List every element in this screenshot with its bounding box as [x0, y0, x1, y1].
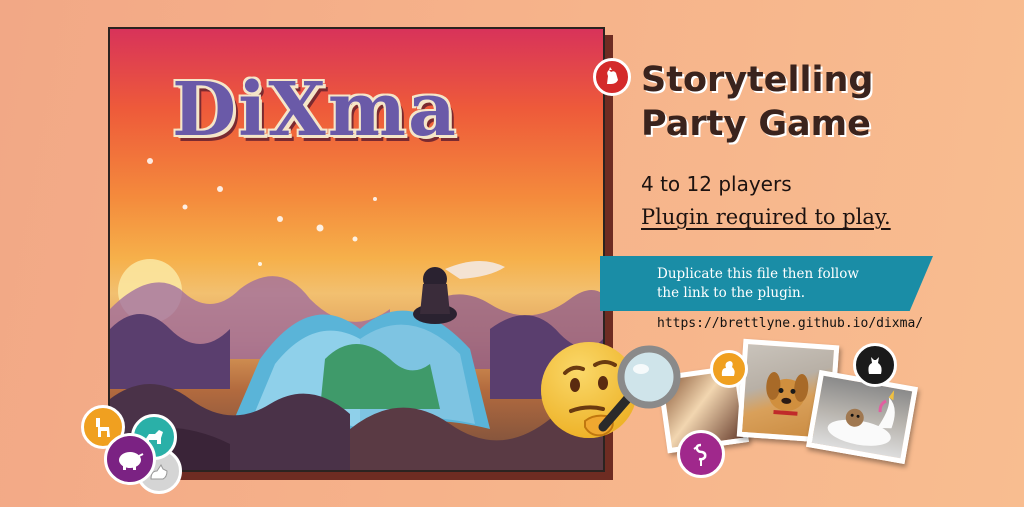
headline-line-2: Party Game: [641, 104, 871, 144]
plugin-url-link[interactable]: https://brettlyne.github.io/dixma/: [657, 316, 923, 331]
banner-line-2: the link to the plugin.: [657, 285, 806, 301]
squirrel-icon: [710, 350, 748, 388]
player-count: 4 to 12 players: [641, 172, 792, 196]
banner-line-1: Duplicate this file then follow: [657, 266, 859, 282]
flamingo-icon: [677, 430, 725, 478]
unicorn-photo-card: [805, 369, 919, 465]
thinking-face-icon: [537, 335, 687, 449]
cat-icon: [853, 343, 897, 387]
headline-line-1: Storytelling: [641, 60, 874, 100]
game-box-art: DiXma: [108, 27, 605, 472]
pig-icon: [104, 433, 156, 485]
page-title: Storytelling Party Game: [641, 58, 874, 146]
rooster-icon: [593, 58, 631, 96]
plugin-required-link[interactable]: Plugin required to play.: [641, 205, 891, 229]
game-logo: DiXma: [172, 67, 458, 153]
instruction-banner-text: Duplicate this file then follow the link…: [657, 265, 917, 303]
